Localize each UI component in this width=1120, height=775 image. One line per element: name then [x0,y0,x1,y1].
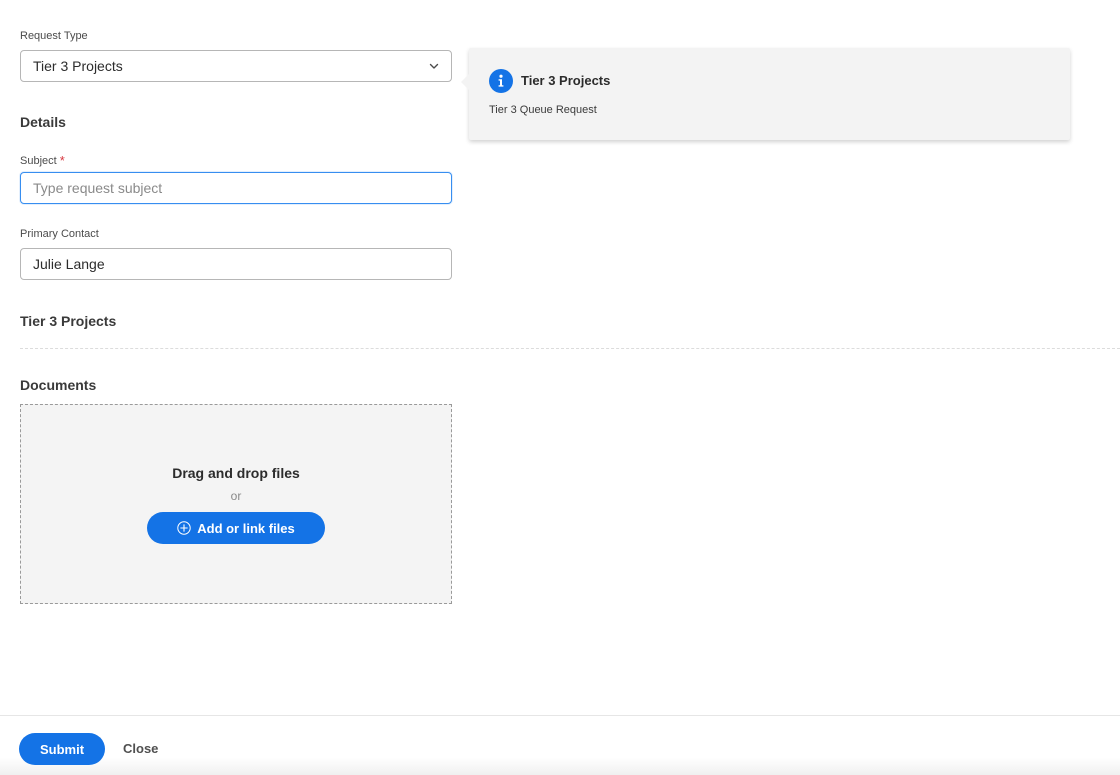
tier-3-projects-heading: Tier 3 Projects [20,313,117,329]
request-type-select[interactable]: Tier 3 Projects [20,50,452,82]
details-heading: Details [20,114,66,130]
primary-contact-input[interactable] [20,248,452,280]
dropzone-or-text: or [230,489,242,503]
subject-label-text: Subject [20,155,57,167]
add-or-link-files-label: Add or link files [197,520,295,536]
form-footer: Submit Close [0,715,1120,775]
required-indicator: * [59,153,65,168]
subject-label: Subject * [20,152,65,168]
close-button[interactable]: Close [123,741,158,756]
submit-button[interactable]: Submit [19,733,105,765]
add-or-link-files-button[interactable]: Add or link files [147,512,325,544]
info-card-title: Tier 3 Projects [521,73,611,88]
plus-circle-icon [177,521,191,535]
documents-heading: Documents [20,377,97,393]
info-icon [489,69,513,93]
chevron-down-icon [429,61,439,71]
section-divider [20,348,1120,349]
file-dropzone[interactable]: Drag and drop files or Add or link files [20,404,452,604]
request-type-label: Request Type [20,30,88,42]
info-card-pointer [461,74,469,90]
request-form-page: Request Type Tier 3 Projects Tier 3 Proj… [0,0,1120,775]
info-card-description: Tier 3 Queue Request [489,104,597,116]
request-type-value: Tier 3 Projects [33,58,123,74]
primary-contact-label: Primary Contact [20,228,99,240]
subject-input[interactable] [20,172,452,204]
request-type-info-card: Tier 3 Projects Tier 3 Queue Request [461,48,1070,140]
dropzone-title: Drag and drop files [172,465,300,481]
